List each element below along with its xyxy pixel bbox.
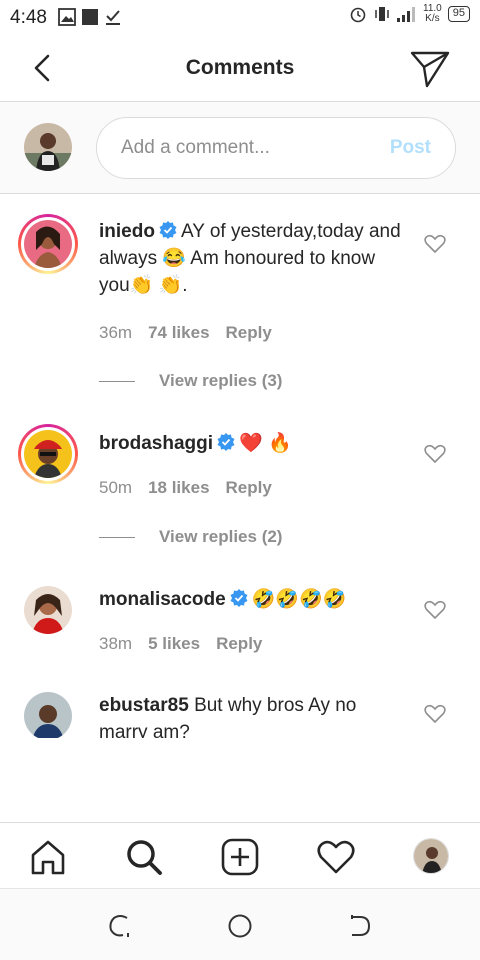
verified-badge-icon	[217, 433, 235, 451]
like-heart-outline-icon[interactable]	[424, 600, 446, 620]
recent-apps-icon[interactable]	[107, 913, 133, 939]
gallery-notification-icon	[58, 8, 76, 26]
laughing-emoji: 😂	[162, 248, 187, 269]
comment-item: ebustar85 But why bros Ay no marry am?	[0, 688, 480, 738]
heart-fire-emoji: ❤️ 🔥	[239, 433, 292, 454]
reply-button[interactable]: Reply	[226, 323, 272, 343]
comment-text: brodashaggi ❤️ 🔥	[99, 430, 409, 457]
comment-time: 50m	[99, 478, 133, 497]
current-user-avatar	[24, 123, 72, 171]
comment-likes[interactable]: 74 likes	[148, 323, 209, 343]
rofl-emoji: 🤣🤣🤣🤣	[251, 589, 347, 610]
app-notification-icon	[82, 9, 98, 25]
comment-input[interactable]: Add a comment... Post	[96, 117, 456, 179]
heart-icon[interactable]	[316, 837, 356, 877]
like-heart-outline-icon[interactable]	[424, 234, 446, 254]
comment-likes[interactable]: 18 likes	[148, 478, 209, 498]
comment-time: 38m	[99, 634, 133, 653]
battery-indicator: 95	[447, 6, 470, 22]
verified-badge-icon	[230, 589, 248, 607]
search-icon[interactable]	[124, 837, 164, 877]
comment-placeholder: Add a comment...	[121, 137, 270, 158]
comment-meta: 50m 18 likes Reply	[99, 478, 272, 498]
back-icon[interactable]	[347, 913, 373, 939]
reply-button[interactable]: Reply	[226, 478, 272, 498]
download-done-icon	[106, 10, 120, 25]
signal-icon	[397, 7, 416, 22]
paper-plane-icon[interactable]	[408, 48, 452, 88]
notification-icons	[58, 8, 122, 26]
reply-button[interactable]: Reply	[216, 634, 262, 654]
bottom-navigation	[0, 822, 480, 888]
status-time: 4:48	[10, 7, 47, 28]
commenter-avatar[interactable]	[24, 692, 72, 738]
plus-square-icon[interactable]	[220, 837, 260, 877]
comment-likes[interactable]: 5 likes	[148, 634, 200, 654]
profile-avatar[interactable]	[413, 838, 449, 874]
system-status-icons: 11.0 K/s 95	[349, 4, 470, 24]
comment-username[interactable]: monalisacode	[99, 589, 226, 610]
alarm-icon	[350, 7, 366, 23]
comment-text: ebustar85 But why bros Ay no marry am?	[99, 695, 357, 738]
view-replies-link[interactable]: View replies (3)	[99, 371, 282, 391]
comment-time: 36m	[99, 323, 133, 342]
comment-username[interactable]: brodashaggi	[99, 433, 213, 454]
story-ring-avatar[interactable]	[18, 214, 78, 274]
replies-divider	[99, 380, 135, 382]
comment-username[interactable]: iniedo	[99, 221, 155, 242]
commenter-avatar[interactable]	[24, 586, 72, 634]
verified-badge-icon	[159, 221, 177, 239]
system-navigation-bar	[0, 888, 480, 960]
home-circle-icon[interactable]	[227, 913, 253, 939]
vibrate-icon	[375, 7, 389, 21]
like-heart-outline-icon[interactable]	[424, 704, 446, 724]
comments-header: Comments	[0, 36, 480, 102]
clapping-emoji: 👏 👏	[129, 275, 183, 296]
view-replies-link[interactable]: View replies (2)	[99, 527, 282, 547]
story-ring-avatar[interactable]	[18, 424, 78, 484]
home-icon[interactable]	[28, 837, 68, 877]
comment-username[interactable]: ebustar85	[99, 695, 189, 716]
post-button[interactable]: Post	[390, 137, 431, 159]
network-speed: 11.0 K/s	[423, 3, 442, 24]
comment-meta: 36m 74 likes Reply	[99, 323, 272, 343]
comment-meta: 38m 5 likes Reply	[99, 634, 262, 654]
like-heart-outline-icon[interactable]	[424, 444, 446, 464]
comment-text: monalisacode 🤣🤣🤣🤣	[99, 586, 409, 613]
status-bar: 4:48 11.0 K/s 95	[0, 0, 480, 36]
comment-composer: Add a comment... Post	[0, 102, 480, 194]
replies-divider	[99, 536, 135, 538]
comment-text: iniedo AY of yesterday,today and always 😂…	[99, 221, 401, 296]
